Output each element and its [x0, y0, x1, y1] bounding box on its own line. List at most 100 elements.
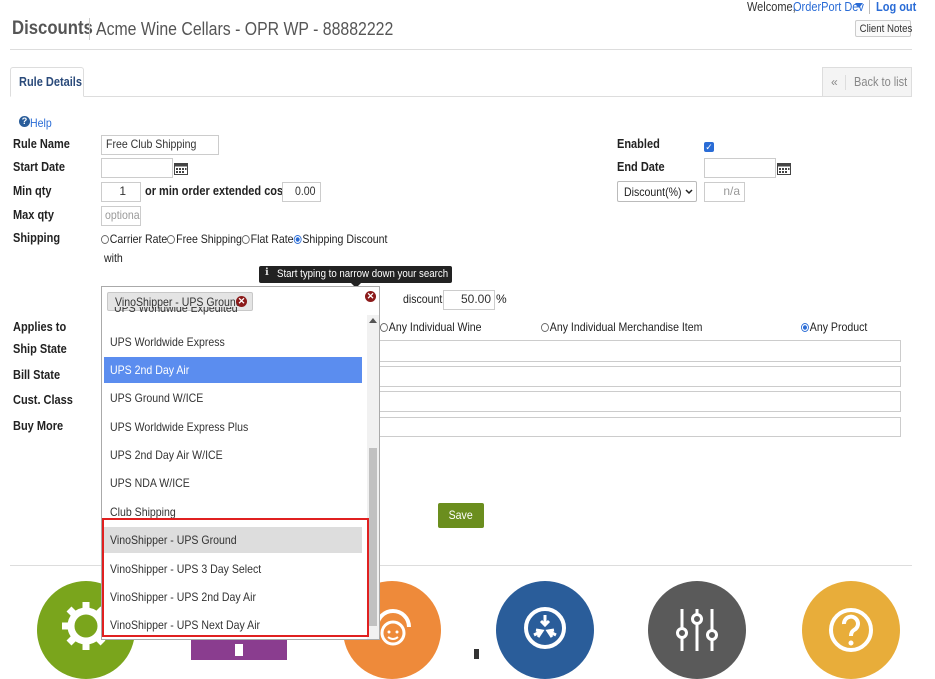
help-link[interactable]: ? Help: [19, 113, 55, 130]
applies-option-label: Any Product: [809, 320, 868, 334]
dropdown-item[interactable]: UPS 2nd Day Air W/ICE: [104, 442, 362, 468]
discount-amount-value: n/a: [723, 184, 740, 198]
help-icon: ?: [19, 116, 30, 127]
min-cost-label: or min order extended cost $: [145, 184, 296, 198]
shipping-option-label: Shipping Discount: [302, 232, 388, 246]
chevron-down-icon: [855, 3, 863, 8]
back-arrow-icon: «: [831, 75, 838, 89]
welcome-text: Welcome,: [747, 0, 796, 14]
max-qty-field[interactable]: optiona: [101, 206, 141, 226]
dropdown-item-label: UPS Worldwide Expedited: [114, 307, 238, 315]
min-qty-value: 1: [119, 184, 126, 198]
shipping-label: Shipping: [13, 231, 61, 245]
bill-state-label: Bill State: [13, 368, 61, 382]
grid-glyph: [235, 644, 243, 656]
dropdown-item-label: UPS Worldwide Express: [110, 335, 225, 349]
max-qty-placeholder: optiona: [105, 208, 140, 222]
radio-icon: [293, 235, 302, 244]
discount-type-value: Discount(%): [624, 185, 682, 199]
dropdown-item[interactable]: UPS Ground W/ICE: [104, 385, 362, 411]
applies-option-merch[interactable]: Any Individual Merchandise Item: [541, 320, 724, 334]
tab-rule-details[interactable]: Rule Details: [10, 67, 84, 97]
dropdown-item-label: UPS NDA W/ICE: [110, 476, 190, 490]
radio-icon: [101, 235, 109, 244]
back-to-list-label: Back to list: [854, 75, 908, 89]
min-cost-value: 0.00: [295, 184, 316, 198]
radio-icon: [801, 323, 809, 332]
end-calendar-icon[interactable]: [777, 162, 791, 175]
with-label: with: [104, 251, 123, 265]
save-button[interactable]: Save: [438, 503, 484, 528]
dropdown-item[interactable]: UPS NDA W/ICE: [104, 470, 362, 496]
sync-icon[interactable]: [496, 581, 594, 679]
discount-type-select[interactable]: Discount(%): [617, 181, 697, 202]
question-glyph: [829, 608, 873, 652]
discount-percent-value: 50.00: [460, 292, 491, 306]
tooltip-text: Start typing to narrow down your search: [277, 268, 449, 280]
buy-more-label: Buy More: [13, 419, 64, 433]
discount-percent-field[interactable]: 50.00: [443, 290, 495, 310]
header-separator: [10, 49, 912, 50]
applies-to-label: Applies to: [13, 320, 67, 334]
grid-icon[interactable]: [191, 640, 287, 660]
clear-all-icon[interactable]: ✕: [365, 291, 376, 302]
enabled-checkbox[interactable]: ✓: [704, 142, 714, 152]
back-to-list-button[interactable]: « Back to list: [822, 67, 912, 96]
page-subtitle: Acme Wine Cellars - OPR WP - 88882222: [96, 19, 394, 39]
dropdown-item-partial[interactable]: UPS Worldwide Expedited: [108, 307, 366, 321]
remove-tag-icon[interactable]: ✕: [236, 296, 247, 307]
logout-link[interactable]: Log out: [876, 0, 916, 14]
dropdown-item-label: UPS 2nd Day Air: [110, 363, 190, 377]
client-notes-label: Client Notes: [859, 23, 913, 35]
info-icon: ℹ: [265, 267, 269, 278]
radio-icon: [380, 323, 388, 332]
ship-state-label: Ship State: [13, 342, 67, 356]
dropdown-item-label: UPS Worldwide Express Plus: [110, 420, 249, 434]
partial-mark: [474, 649, 479, 659]
max-qty-label: Max qty: [13, 208, 54, 222]
header-divider: [869, 0, 870, 14]
dropdown-item[interactable]: UPS Worldwide Express: [104, 329, 362, 355]
shipping-option-free[interactable]: Free Shipping: [167, 232, 242, 246]
dropdown-item-label: UPS 2nd Day Air W/ICE: [110, 448, 223, 462]
client-notes-button[interactable]: Client Notes: [855, 20, 913, 37]
question-icon[interactable]: [802, 581, 900, 679]
chevron-down-icon: [685, 189, 693, 195]
scroll-up-icon[interactable]: [369, 318, 377, 323]
min-qty-field[interactable]: 1: [101, 182, 141, 202]
applies-option-wine[interactable]: Any Individual Wine: [380, 320, 495, 334]
dropdown-item-label: UPS Ground W/ICE: [110, 391, 204, 405]
back-divider: [845, 75, 846, 90]
search-tooltip: ℹ Start typing to narrow down your searc…: [259, 266, 452, 288]
shipping-option-flat-rate[interactable]: Flat Rate: [241, 232, 294, 246]
shipping-option-label: Carrier Rate: [109, 232, 168, 246]
rule-name-field[interactable]: Free Club Shipping: [101, 135, 219, 155]
rule-name-value: Free Club Shipping: [106, 137, 197, 151]
start-date-field[interactable]: [101, 158, 173, 178]
tab-rule-details-label: Rule Details: [19, 75, 82, 89]
dropdown-item-highlighted[interactable]: UPS 2nd Day Air: [104, 357, 362, 383]
tab-bar-line: [10, 96, 912, 97]
shipping-option-label: Free Shipping: [176, 232, 242, 246]
radio-icon: [241, 235, 250, 244]
start-calendar-icon[interactable]: [174, 162, 188, 175]
radio-icon: [541, 323, 549, 332]
shipping-option-carrier-rate[interactable]: Carrier Rate: [101, 232, 167, 246]
min-qty-label: Min qty: [13, 184, 52, 198]
end-date-field[interactable]: [704, 158, 776, 178]
page-title-row: Discounts: [12, 18, 104, 40]
percent-sign: %: [496, 292, 507, 306]
scrollbar-thumb[interactable]: [369, 448, 377, 626]
start-date-label: Start Date: [13, 160, 65, 174]
help-label: Help: [30, 116, 52, 130]
shipping-option-discount[interactable]: Shipping Discount: [293, 232, 388, 246]
save-label: Save: [448, 508, 474, 522]
sliders-icon[interactable]: [648, 581, 746, 679]
discount-amount-field[interactable]: n/a: [704, 182, 745, 202]
dropdown-item[interactable]: UPS Worldwide Express Plus: [104, 414, 362, 440]
rule-name-label: Rule Name: [13, 137, 70, 151]
radio-icon: [167, 235, 176, 244]
user-menu[interactable]: OrderPort Dev: [793, 0, 874, 14]
applies-option-any[interactable]: Any Product: [801, 320, 876, 334]
min-cost-field[interactable]: 0.00: [282, 182, 321, 202]
